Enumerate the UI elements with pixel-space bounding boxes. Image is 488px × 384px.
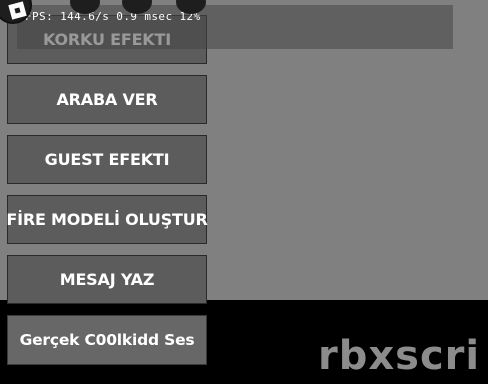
fps-readout: FPS: 144.6/s 0.9 msec 12%: [25, 10, 201, 23]
watermark: rbxscri: [318, 333, 481, 379]
fire-modeli-olustur-button[interactable]: FİRE MODELİ OLUŞTUR: [6, 195, 208, 244]
araba-ver-button[interactable]: ARABA VER: [7, 75, 207, 124]
gercek-coolkidd-ses-button[interactable]: Gerçek C00lkidd Ses: [7, 315, 207, 365]
mesaj-yaz-button[interactable]: MESAJ YAZ: [7, 255, 207, 304]
guest-efekti-button[interactable]: GUEST EFEKTI: [7, 135, 207, 184]
